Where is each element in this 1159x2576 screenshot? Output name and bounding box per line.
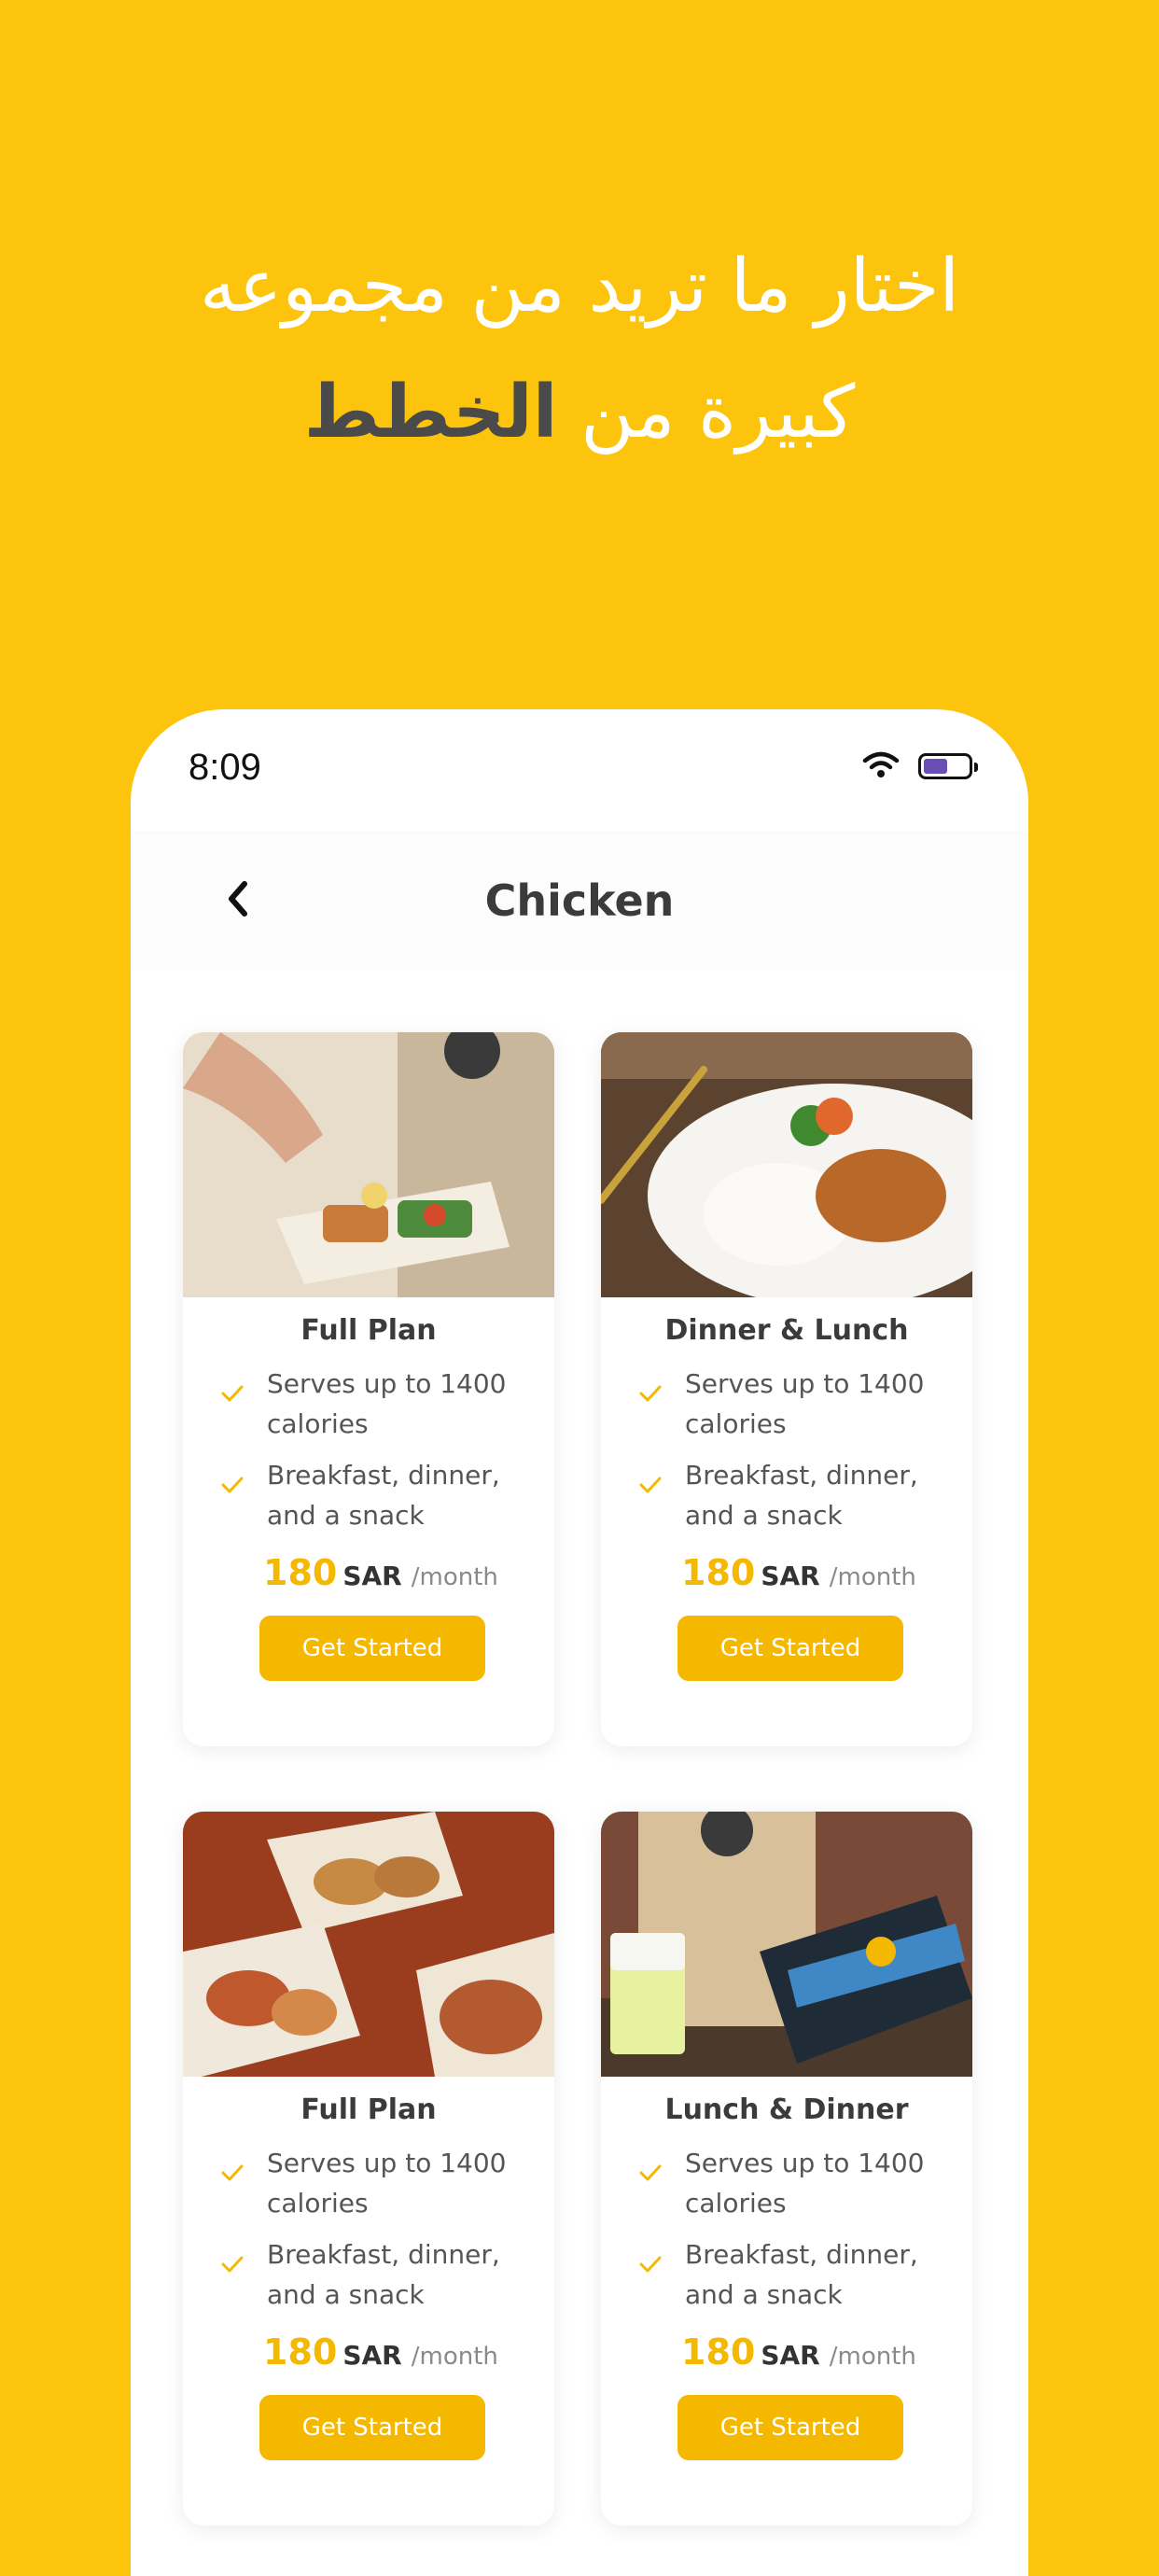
plan-features: Serves up to 1400 calories Breakfast, di… [601,1364,972,1535]
check-icon [639,2256,662,2273]
feature-item: Breakfast, dinner, and a snack [638,1455,965,1535]
feature-text: Breakfast, dinner, and a snack [685,1460,918,1531]
price-amount: 180 [263,1552,338,1593]
plan-card[interactable]: Dinner & Lunch Serves up to 1400 calorie… [601,1032,972,1746]
meal-photo [183,1032,554,1297]
price-currency: SAR [761,2340,820,2371]
check-icon [221,2164,244,2181]
feature-item: Breakfast, dinner, and a snack [638,2234,965,2315]
plan-card[interactable]: Lunch & Dinner Serves up to 1400 calorie… [601,1812,972,2526]
feature-text: Serves up to 1400 calories [267,1368,507,1439]
meal-photo [601,1032,972,1297]
feature-text: Breakfast, dinner, and a snack [267,1460,500,1531]
promo-line-2-plain: كبيرة من [580,371,856,455]
chevron-left-icon [224,878,252,923]
get-started-button[interactable]: Get Started [259,2395,485,2460]
check-icon [221,2256,244,2273]
plan-features: Serves up to 1400 calories Breakfast, di… [183,2143,554,2315]
feature-text: Breakfast, dinner, and a snack [685,2239,918,2310]
feature-text: Serves up to 1400 calories [685,1368,925,1439]
price-period: /month [411,2343,498,2371]
get-started-button[interactable]: Get Started [677,1616,903,1681]
plan-price: 180 SAR /month [183,1552,554,1593]
plan-title: Full Plan [300,2093,437,2126]
price-amount: 180 [263,2331,338,2373]
status-icons [862,750,978,782]
feature-item: Serves up to 1400 calories [220,1364,547,1444]
feature-item: Serves up to 1400 calories [638,2143,965,2223]
battery-level [924,759,947,774]
nav-bar: Chicken [131,831,1028,971]
plan-price: 180 SAR /month [183,2331,554,2373]
feature-text: Breakfast, dinner, and a snack [267,2239,500,2310]
price-currency: SAR [761,1561,820,1591]
check-icon [639,2164,662,2181]
plan-card[interactable]: Full Plan Serves up to 1400 calories Bre… [183,1812,554,2526]
promo-line-2: كبيرة من الخطط [0,350,1159,476]
back-button[interactable] [205,868,271,933]
feature-item: Serves up to 1400 calories [220,2143,547,2223]
feature-text: Serves up to 1400 calories [685,2148,925,2219]
price-period: /month [829,2343,916,2371]
feature-item: Breakfast, dinner, and a snack [220,1455,547,1535]
check-icon [221,1477,244,1493]
plans-grid: Full Plan Serves up to 1400 calories Bre… [183,1032,976,2526]
price-currency: SAR [342,2340,402,2371]
price-period: /month [411,1563,498,1591]
price-period: /month [829,1563,916,1591]
plan-features: Serves up to 1400 calories Breakfast, di… [183,1364,554,1535]
price-currency: SAR [342,1561,402,1591]
promo-line-1: اختار ما تريد من مجموعه [199,245,959,329]
check-icon [221,1385,244,1402]
check-icon [639,1385,662,1402]
check-icon [639,1477,662,1493]
promo-line-2-bold: الخطط [303,371,558,455]
plan-title: Dinner & Lunch [664,1314,909,1347]
promo-headline: اختار ما تريد من مجموعه كبيرة من الخطط [0,224,1159,476]
status-time: 8:09 [189,747,261,788]
plan-price: 180 SAR /month [601,1552,972,1593]
battery-icon [918,753,978,779]
status-bar: 8:09 [131,709,1028,831]
wifi-icon [862,750,900,782]
get-started-button[interactable]: Get Started [259,1616,485,1681]
meal-photo [183,1812,554,2077]
plan-title: Lunch & Dinner [664,2093,909,2126]
feature-item: Breakfast, dinner, and a snack [220,2234,547,2315]
feature-item: Serves up to 1400 calories [638,1364,965,1444]
phone-screen: 8:09 Chicken Full Plan Serves up to 1400… [131,709,1028,2576]
plan-title: Full Plan [300,1314,437,1347]
plan-card[interactable]: Full Plan Serves up to 1400 calories Bre… [183,1032,554,1746]
plan-price: 180 SAR /month [601,2331,972,2373]
price-amount: 180 [681,1552,756,1593]
price-amount: 180 [681,2331,756,2373]
feature-text: Serves up to 1400 calories [267,2148,507,2219]
meal-photo [601,1812,972,2077]
get-started-button[interactable]: Get Started [677,2395,903,2460]
plan-features: Serves up to 1400 calories Breakfast, di… [601,2143,972,2315]
